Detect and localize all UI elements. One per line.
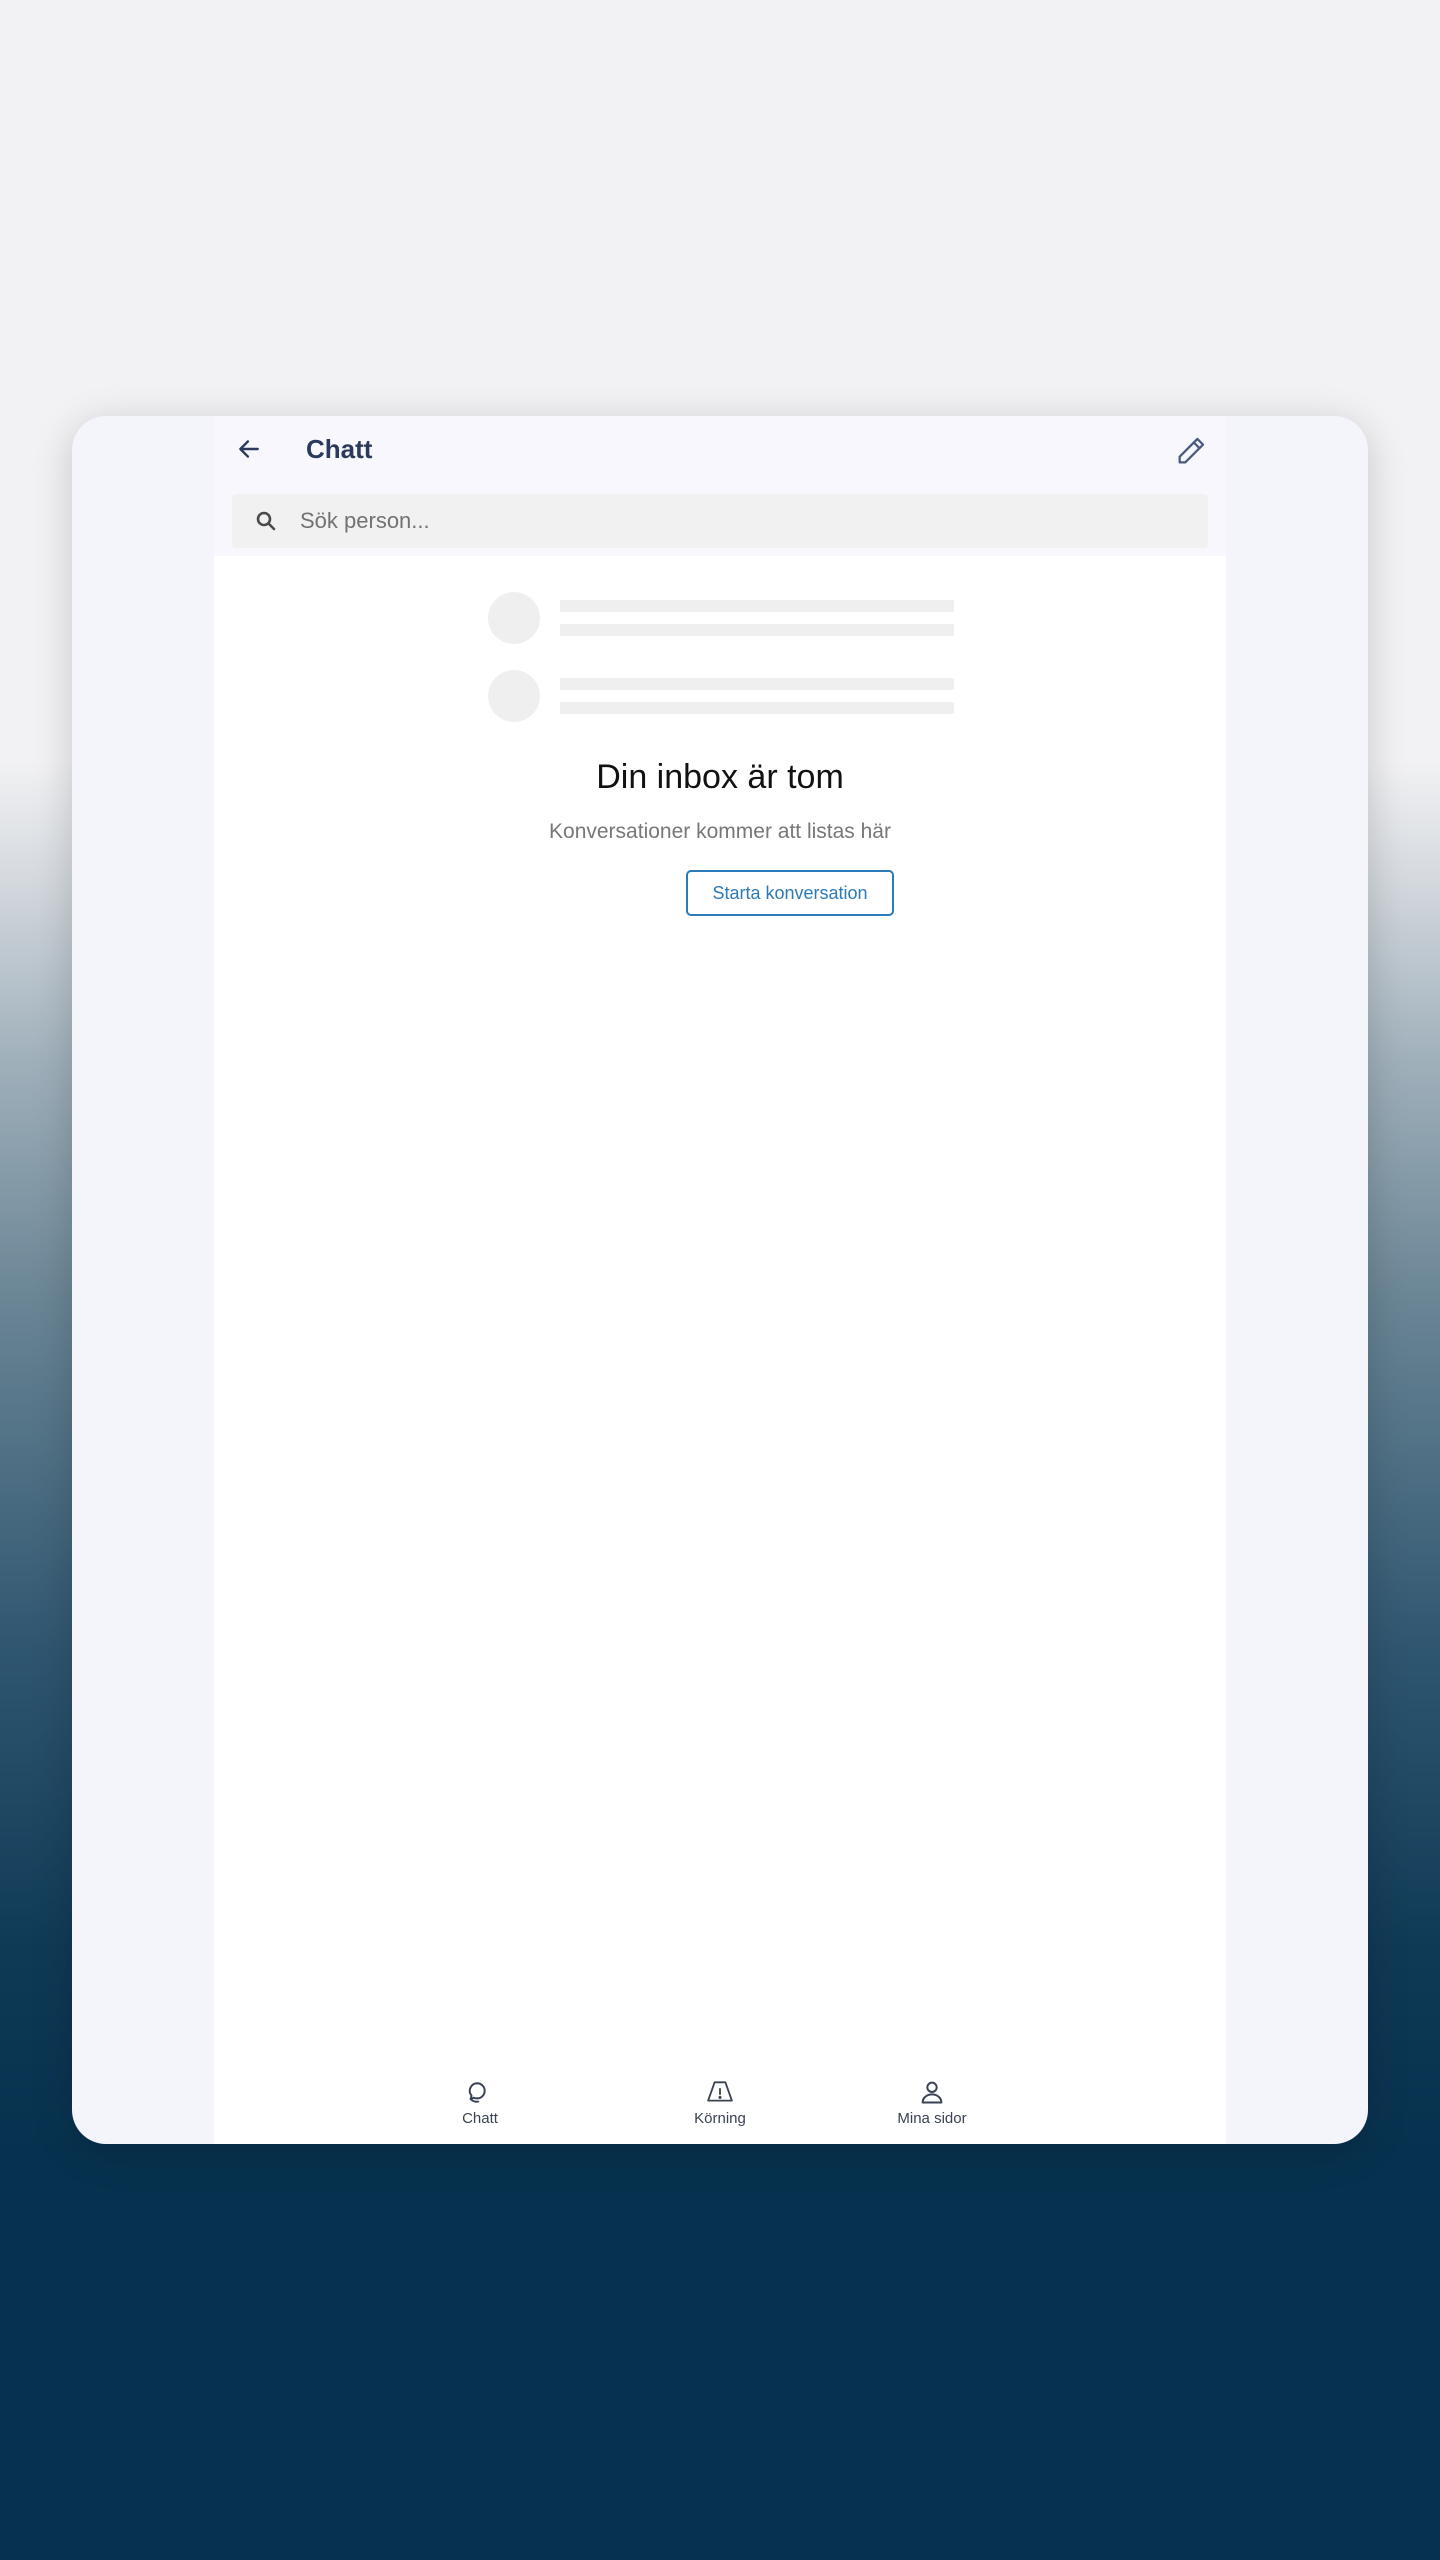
page-title: Chatt	[306, 434, 373, 464]
nav-item-chatt[interactable]: Chatt	[420, 2078, 540, 2128]
skeleton-avatar	[488, 670, 540, 722]
empty-state-subtitle: Konversationer kommer att listas här	[549, 820, 891, 843]
pencil-icon	[1178, 437, 1205, 464]
top-app-bar: Chatt	[214, 416, 1226, 556]
chat-app: Chatt Sök person... Din inbox är tom Kon…	[214, 416, 1226, 2144]
skeleton-line	[560, 600, 954, 612]
search-bar	[232, 494, 1208, 548]
chat-bubbles-icon	[468, 2082, 486, 2103]
arrow-left-icon	[239, 440, 259, 458]
start-conversation-button[interactable]: Starta konversation	[686, 870, 894, 916]
nav-item-mina-sidor[interactable]: Mina sidor	[872, 2078, 992, 2128]
nav-label: Körning	[694, 2110, 746, 2127]
empty-state-title: Din inbox är tom	[596, 758, 844, 796]
skeleton-line	[560, 702, 954, 714]
nav-item-korning[interactable]: Körning	[660, 2078, 780, 2128]
search-input[interactable]	[300, 501, 1180, 541]
skeleton-conversation	[488, 670, 958, 724]
new-message-button[interactable]	[1172, 432, 1210, 470]
skeleton-line	[560, 678, 954, 690]
back-button[interactable]	[232, 432, 266, 466]
skeleton-line	[560, 624, 954, 636]
skeleton-avatar	[488, 592, 540, 644]
bottom-navigation: Chatt Körning Mina sidor	[214, 2076, 1226, 2144]
search-icon-container	[232, 494, 300, 548]
search-icon	[256, 511, 276, 531]
nav-label: Chatt	[462, 2110, 498, 2127]
device-frame: Chatt Sök person... Din inbox är tom Kon…	[72, 416, 1368, 2144]
person-icon	[921, 2081, 943, 2104]
skeleton-conversation	[488, 592, 958, 646]
warning-triangle-icon	[707, 2081, 733, 2102]
nav-label: Mina sidor	[897, 2110, 967, 2127]
